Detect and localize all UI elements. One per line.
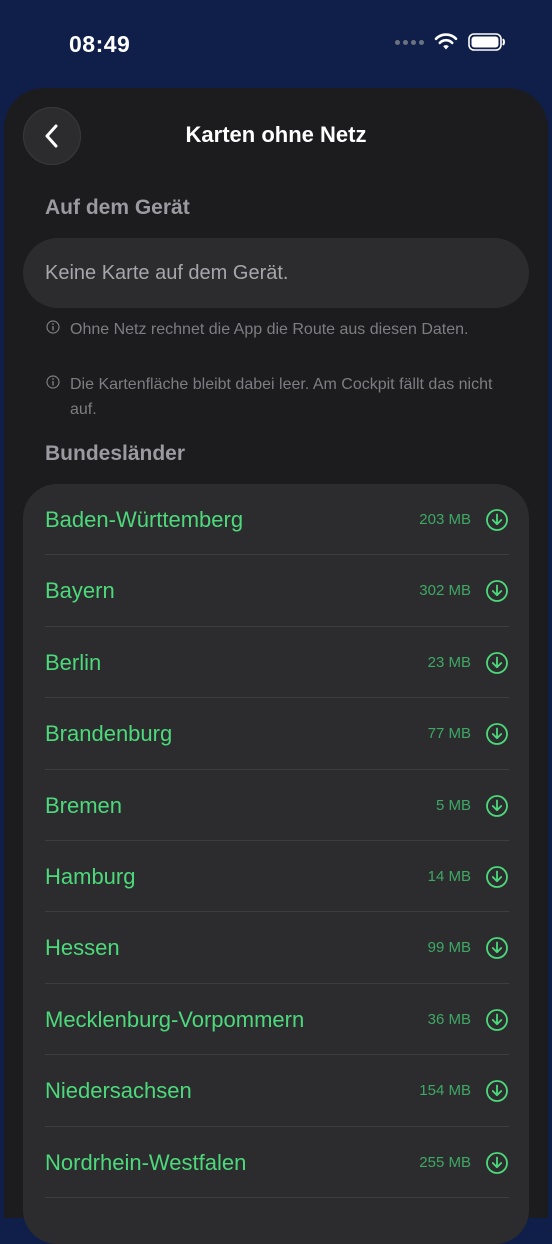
wifi-icon (434, 33, 458, 50)
region-name: Nordrhein-Westfalen (45, 1149, 247, 1175)
region-name: Berlin (45, 649, 102, 675)
download-icon[interactable] (485, 651, 509, 675)
download-icon[interactable] (485, 1008, 509, 1032)
list-item[interactable]: Nordrhein-Westfalen 255 MB (45, 1127, 509, 1198)
region-name: Hessen (45, 935, 120, 961)
download-icon[interactable] (485, 579, 509, 603)
regions-section-header: Bundesländer (45, 442, 186, 465)
list-item[interactable]: Bayern 302 MB (45, 555, 509, 627)
device-empty-text: Keine Karte auf dem Gerät. (45, 261, 289, 284)
region-size: 23 MB (427, 653, 471, 671)
offline-maps-sheet: Karten ohne Netz Auf dem Gerät Keine Kar… (4, 88, 548, 1244)
status-icons (395, 33, 506, 51)
status-bar: 08:49 (0, 0, 552, 88)
region-name: Baden-Württemberg (45, 507, 244, 532)
info-text: Die Kartenfläche bleibt dabei leer. Am C… (70, 376, 493, 418)
info-text: Ohne Netz rechnet die App die Route aus … (70, 321, 469, 338)
region-name: Bremen (45, 792, 123, 818)
battery-icon (468, 33, 505, 51)
list-item[interactable]: Baden-Württemberg 203 MB (45, 484, 509, 556)
page-title: Karten ohne Netz (185, 122, 367, 147)
cellular-signal-icon (395, 39, 424, 45)
info-note: Ohne Netz rechnet die App die Route aus … (46, 317, 516, 342)
download-icon[interactable] (485, 865, 509, 889)
regions-list: Baden-Württemberg 203 MB Bayern 302 MB B… (23, 484, 529, 1244)
download-icon[interactable] (485, 794, 509, 818)
download-icon[interactable] (485, 508, 509, 532)
region-name: Mecklenburg-Vorpommern (45, 1006, 305, 1032)
region-name: Niedersachsen (45, 1078, 192, 1104)
region-name: Hamburg (45, 864, 136, 889)
region-size: 255 MB (419, 1153, 471, 1171)
list-item[interactable]: Bremen 5 MB (45, 770, 509, 841)
list-item[interactable]: Berlin 23 MB (45, 627, 509, 699)
info-note: Die Kartenfläche bleibt dabei leer. Am C… (46, 372, 516, 422)
region-size: 36 MB (427, 1010, 471, 1028)
download-icon[interactable] (485, 1151, 509, 1175)
region-size: 14 MB (427, 868, 471, 885)
download-icon[interactable] (485, 1079, 509, 1103)
device-maps-card: Keine Karte auf dem Gerät. (23, 238, 529, 308)
list-item[interactable]: Brandenburg 77 MB (45, 698, 509, 770)
device-section-header: Auf dem Gerät (45, 196, 190, 219)
list-item[interactable]: Niedersachsen 154 MB (45, 1055, 509, 1127)
region-size: 99 MB (427, 939, 471, 957)
list-item[interactable]: Hessen 99 MB (45, 912, 509, 984)
download-icon[interactable] (485, 936, 509, 960)
region-name: Bayern (45, 578, 115, 604)
list-item[interactable] (45, 1198, 509, 1244)
info-circle-icon (46, 320, 60, 334)
region-size: 77 MB (427, 725, 471, 743)
region-size: 5 MB (435, 796, 471, 814)
list-item[interactable]: Mecklenburg-Vorpommern 36 MB (45, 984, 509, 1056)
region-size: 203 MB (419, 511, 471, 528)
info-circle-icon (46, 375, 60, 389)
region-size: 302 MB (419, 582, 471, 600)
region-size: 154 MB (419, 1082, 471, 1100)
status-time: 08:49 (69, 31, 131, 57)
region-name: Brandenburg (45, 721, 173, 747)
list-item[interactable]: Hamburg 14 MB (45, 841, 509, 913)
download-icon[interactable] (485, 722, 509, 746)
